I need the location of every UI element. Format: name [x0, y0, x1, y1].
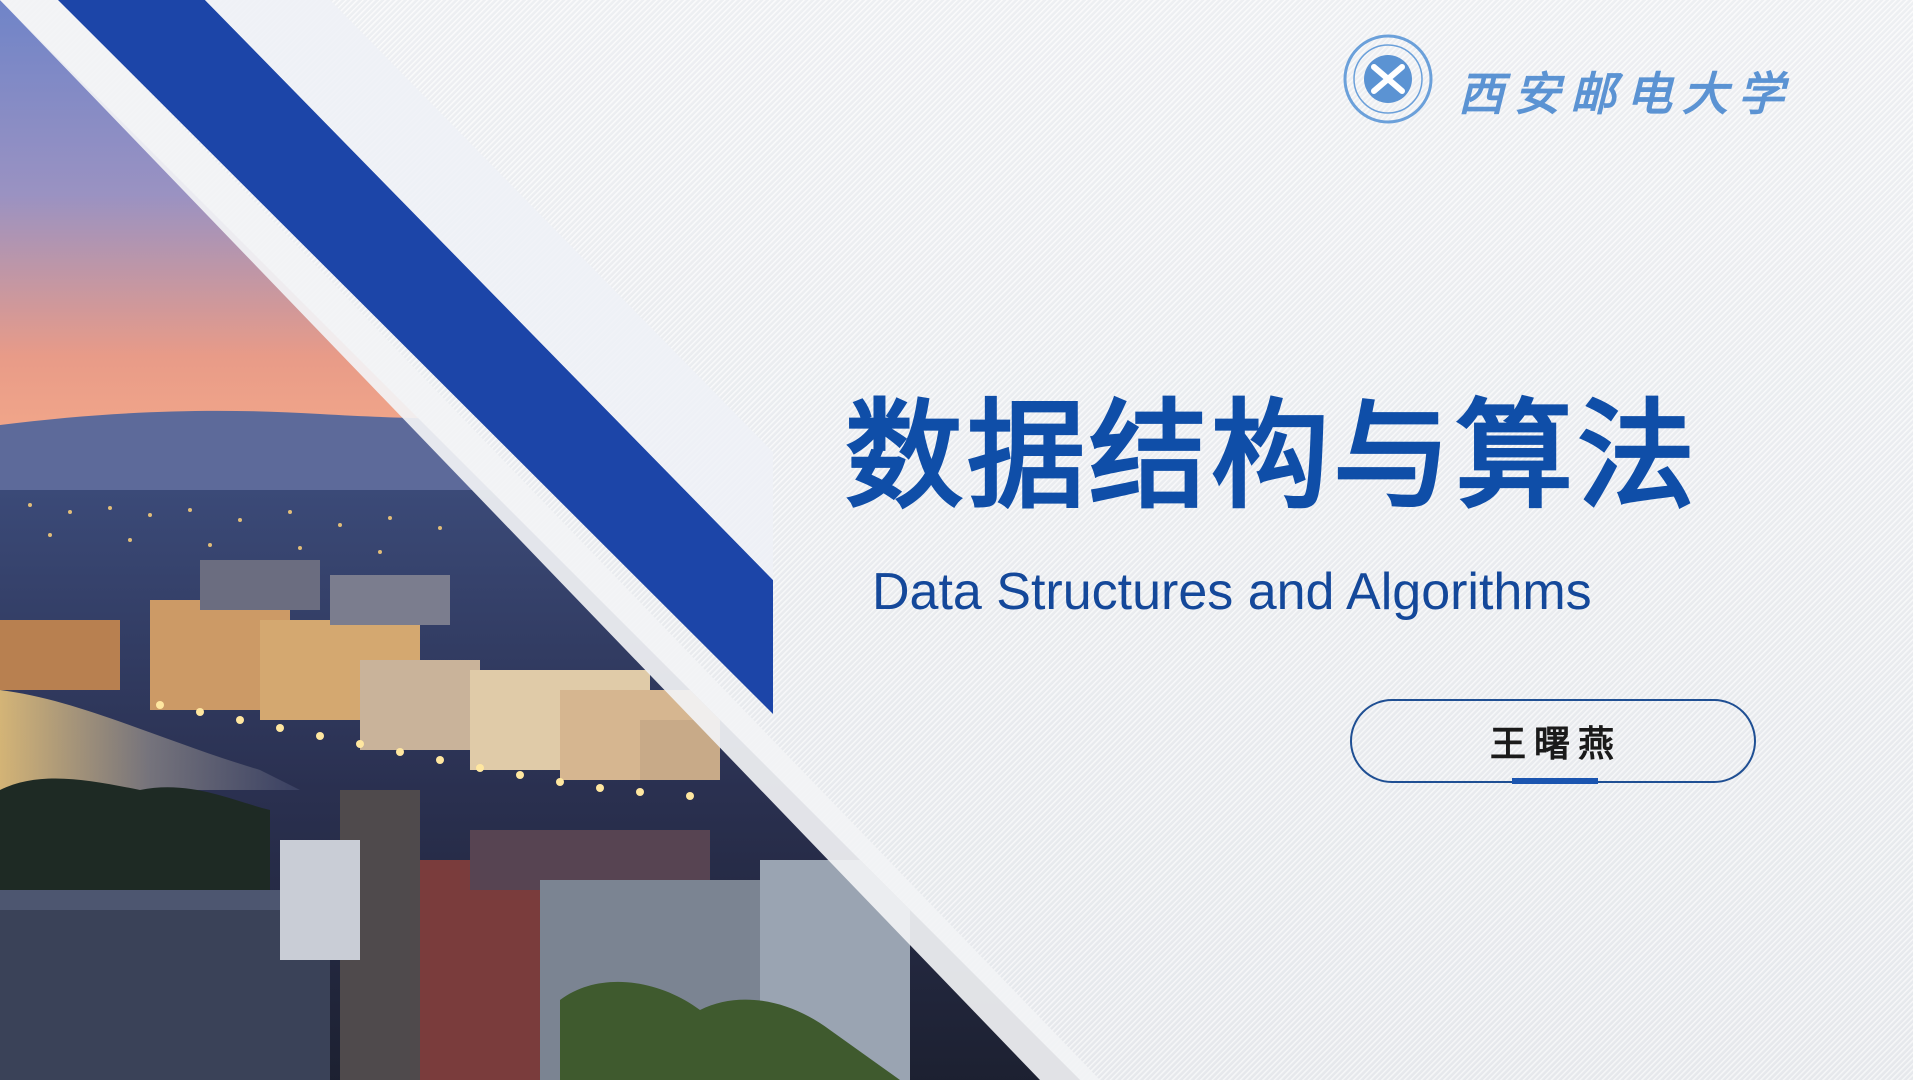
author-name: 王曙燕 — [1489, 724, 1622, 765]
slide-title-chinese: 数据结构与算法 — [845, 387, 1700, 525]
city-photo — [0, 0, 1100, 1080]
university-seal-icon — [1343, 34, 1433, 124]
slide-title-english: Data Structures and Algorithms — [872, 563, 1592, 621]
university-name: 西安邮电大学 — [1458, 67, 1794, 121]
author-underline — [1512, 778, 1598, 784]
title-slide: 西安邮电大学 数据结构与算法 Data Structures and Algor… — [0, 0, 1913, 1080]
author-pill: 王曙燕 — [1350, 699, 1756, 784]
